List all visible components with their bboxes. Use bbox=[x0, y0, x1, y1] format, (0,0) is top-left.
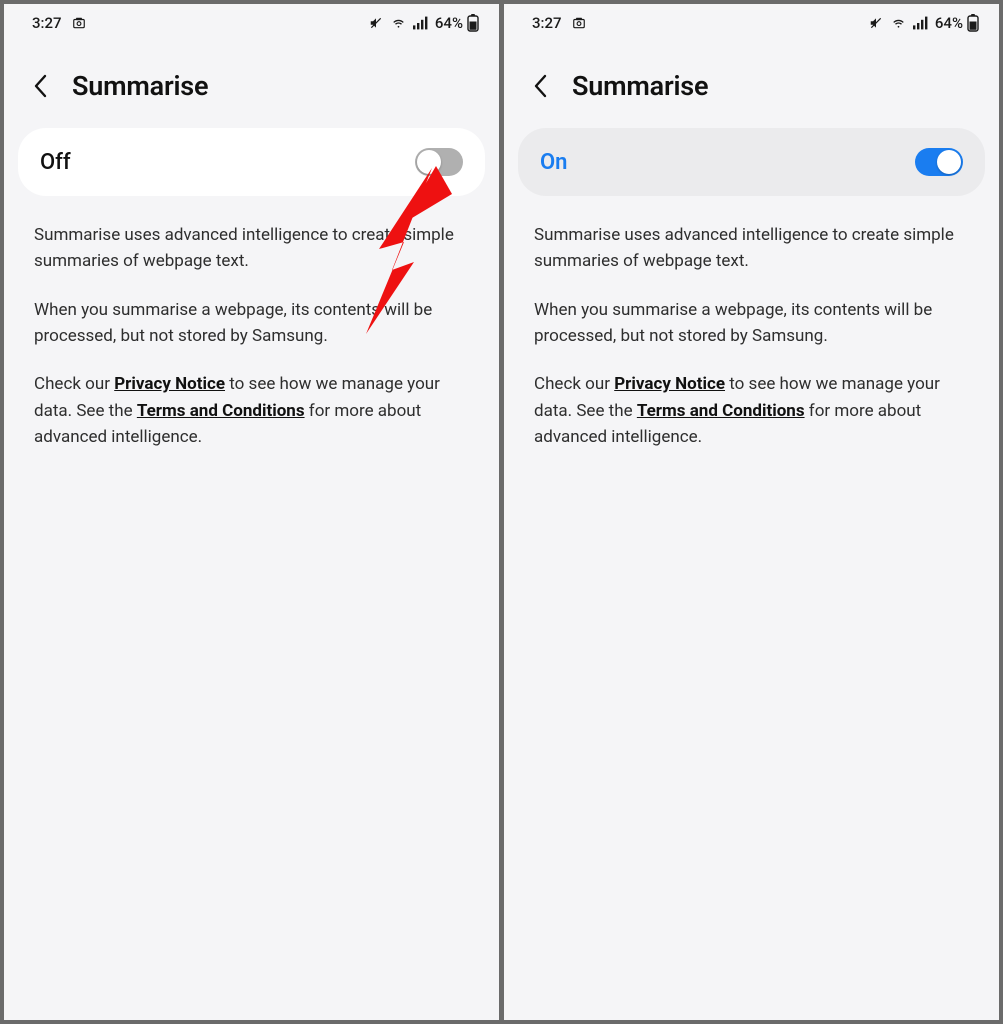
toggle-state-label: Off bbox=[40, 150, 71, 175]
wifi-icon bbox=[890, 16, 907, 30]
screenshot-icon bbox=[572, 16, 586, 30]
explanation-p3: Check our Privacy Notice to see how we m… bbox=[34, 371, 469, 450]
page-title: Summarise bbox=[72, 70, 208, 102]
summarise-switch[interactable] bbox=[415, 148, 463, 176]
privacy-notice-link[interactable]: Privacy Notice bbox=[114, 374, 225, 394]
mute-icon bbox=[368, 16, 384, 30]
phone-screenshot-off: 3:27 64% bbox=[4, 4, 499, 1020]
wifi-icon bbox=[390, 16, 407, 30]
switch-knob bbox=[417, 150, 441, 174]
explanation-p3: Check our Privacy Notice to see how we m… bbox=[534, 371, 969, 450]
privacy-notice-link[interactable]: Privacy Notice bbox=[614, 374, 725, 394]
battery-indicator: 64% bbox=[935, 14, 979, 32]
explanation-p1: Summarise uses advanced intelligence to … bbox=[534, 222, 969, 275]
back-button[interactable] bbox=[26, 70, 54, 102]
toggle-state-label: On bbox=[540, 150, 567, 175]
summarise-switch[interactable] bbox=[915, 148, 963, 176]
explanation-text: Summarise uses advanced intelligence to … bbox=[504, 196, 999, 498]
battery-percent: 64% bbox=[435, 14, 463, 32]
status-bar: 3:27 64% bbox=[4, 4, 499, 42]
phone-screenshot-on: 3:27 64% bbox=[504, 4, 999, 1020]
status-bar: 3:27 64% bbox=[504, 4, 999, 42]
terms-conditions-link[interactable]: Terms and Conditions bbox=[637, 401, 805, 421]
page-header: Summarise bbox=[4, 42, 499, 128]
terms-conditions-link[interactable]: Terms and Conditions bbox=[137, 401, 305, 421]
page-title: Summarise bbox=[572, 70, 708, 102]
mute-icon bbox=[868, 16, 884, 30]
page-header: Summarise bbox=[504, 42, 999, 128]
explanation-text: Summarise uses advanced intelligence to … bbox=[4, 196, 499, 498]
explanation-p1: Summarise uses advanced intelligence to … bbox=[34, 222, 469, 275]
signal-icon bbox=[413, 16, 429, 30]
signal-icon bbox=[913, 16, 929, 30]
battery-percent: 64% bbox=[935, 14, 963, 32]
screenshot-icon bbox=[72, 16, 86, 30]
explanation-p2: When you summarise a webpage, its conten… bbox=[534, 297, 969, 350]
status-time: 3:27 bbox=[32, 14, 62, 32]
summarise-toggle-row[interactable]: Off bbox=[18, 128, 485, 196]
back-button[interactable] bbox=[526, 70, 554, 102]
battery-indicator: 64% bbox=[435, 14, 479, 32]
switch-knob bbox=[937, 150, 961, 174]
summarise-toggle-row[interactable]: On bbox=[518, 128, 985, 196]
status-time: 3:27 bbox=[532, 14, 562, 32]
explanation-p2: When you summarise a webpage, its conten… bbox=[34, 297, 469, 350]
